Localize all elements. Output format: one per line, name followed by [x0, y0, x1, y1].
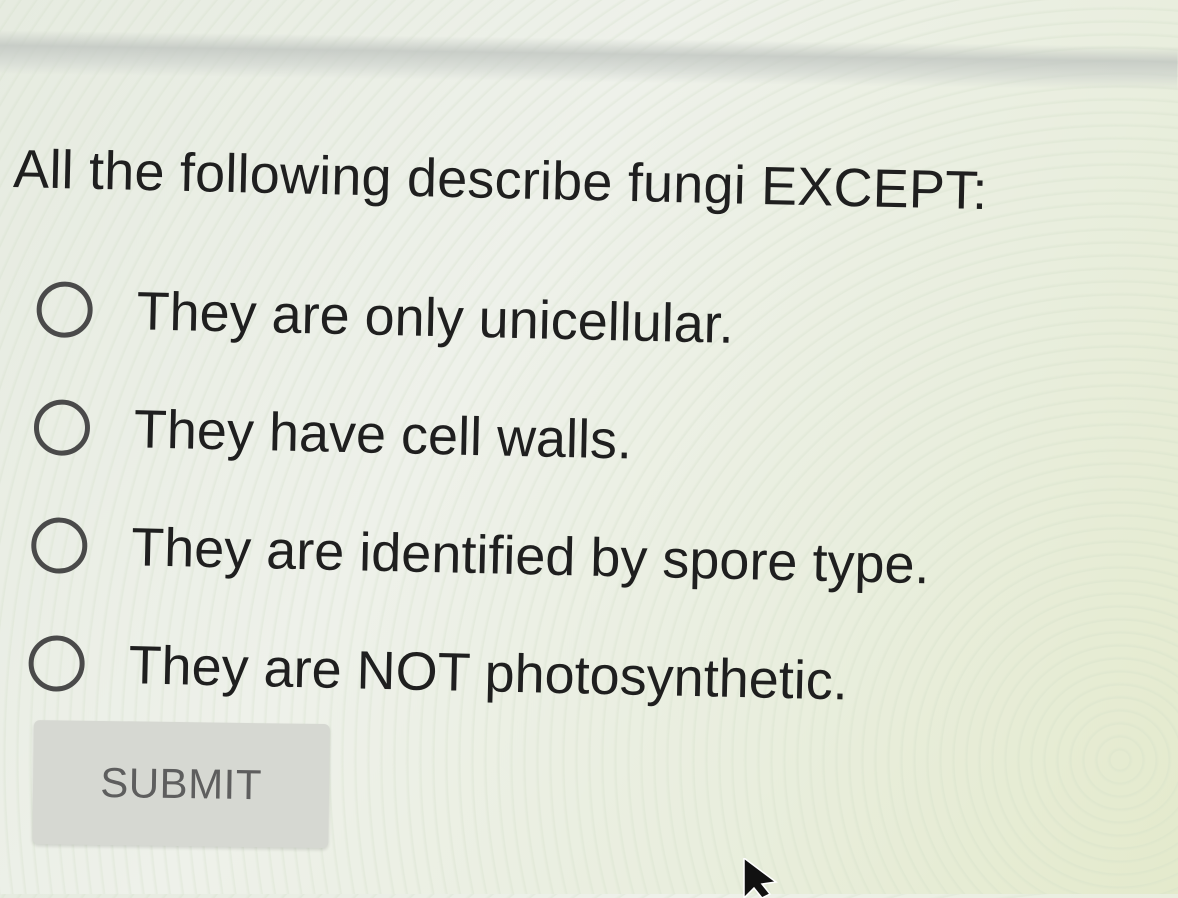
option-label: They are NOT photosynthetic. — [127, 635, 849, 712]
submit-button-label: SUBMIT — [99, 758, 263, 809]
submit-button[interactable]: SUBMIT — [32, 720, 330, 849]
radio-button-icon[interactable] — [30, 516, 88, 575]
radio-button-icon[interactable] — [33, 398, 91, 457]
option-3[interactable]: They are identified by spore type. — [30, 486, 1032, 627]
radio-button-icon[interactable] — [27, 634, 86, 693]
header-divider — [0, 30, 1178, 91]
option-2[interactable]: They have cell walls. — [33, 368, 1035, 509]
answer-options: They are only unicellular. They have cel… — [27, 250, 1037, 745]
question-text: All the following describe fungi EXCEPT: — [12, 138, 989, 222]
option-1[interactable]: They are only unicellular. — [35, 250, 1037, 391]
mouse-pointer-icon — [743, 858, 778, 898]
option-label: They are identified by spore type. — [130, 517, 931, 596]
option-label: They have cell walls. — [133, 399, 633, 471]
option-label: They are only unicellular. — [135, 281, 735, 355]
radio-button-icon[interactable] — [36, 280, 94, 339]
